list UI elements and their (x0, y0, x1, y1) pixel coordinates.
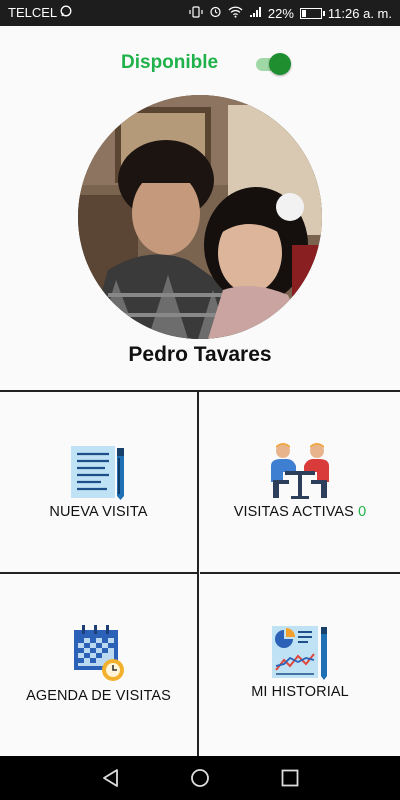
carrier-label: TELCEL (8, 5, 58, 20)
availability-row: Disponible (0, 48, 400, 80)
active-visits-text: VISITAS ACTIVAS (233, 504, 354, 520)
profile-photo (78, 95, 322, 339)
navigation-bar (0, 756, 400, 800)
availability-toggle[interactable] (256, 52, 292, 76)
calendar-clock-icon (72, 624, 126, 687)
status-bar: TELCEL 22% 11:26 a. m. (0, 0, 400, 26)
wifi-icon (228, 6, 243, 21)
report-chart-icon (270, 624, 330, 685)
clock: 11:26 a. m. (327, 5, 392, 21)
toggle-thumb (269, 53, 291, 75)
active-visits-button[interactable]: VISITAS ACTIVAS 0 (200, 392, 400, 574)
my-history-label: MI HISTORIAL (251, 684, 349, 700)
battery-percent: 22% (267, 5, 294, 21)
signal-icon (249, 6, 262, 21)
availability-label: Disponible (121, 52, 219, 73)
status-bar-left: TELCEL (8, 5, 72, 20)
document-pen-icon (69, 444, 129, 505)
recents-icon[interactable] (278, 766, 302, 790)
meeting-people-icon (269, 442, 331, 505)
whatsapp-icon (60, 5, 72, 20)
visit-agenda-label: AGENDA DE VISITAS (26, 688, 171, 704)
avatar[interactable] (78, 95, 322, 339)
back-icon[interactable] (99, 766, 123, 790)
vibrate-icon (189, 5, 203, 21)
status-bar-right: 22% 11:26 a. m. (189, 5, 392, 21)
home-icon[interactable] (188, 766, 212, 790)
my-history-button[interactable]: MI HISTORIAL (200, 574, 400, 758)
menu-grid: NUEVA VISITA VISITAS ACTIVAS 0 AGENDA DE… (0, 390, 400, 758)
battery-fill (301, 9, 306, 17)
user-name: Pedro Tavares (128, 343, 272, 366)
alarm-icon (209, 5, 222, 21)
battery-icon (299, 7, 325, 19)
active-visits-count: 0 (358, 504, 367, 520)
new-visit-button[interactable]: NUEVA VISITA (0, 392, 199, 574)
new-visit-label: NUEVA VISITA (49, 504, 148, 520)
active-visits-label: VISITAS ACTIVAS 0 (200, 504, 400, 520)
visit-agenda-button[interactable]: AGENDA DE VISITAS (0, 574, 199, 758)
